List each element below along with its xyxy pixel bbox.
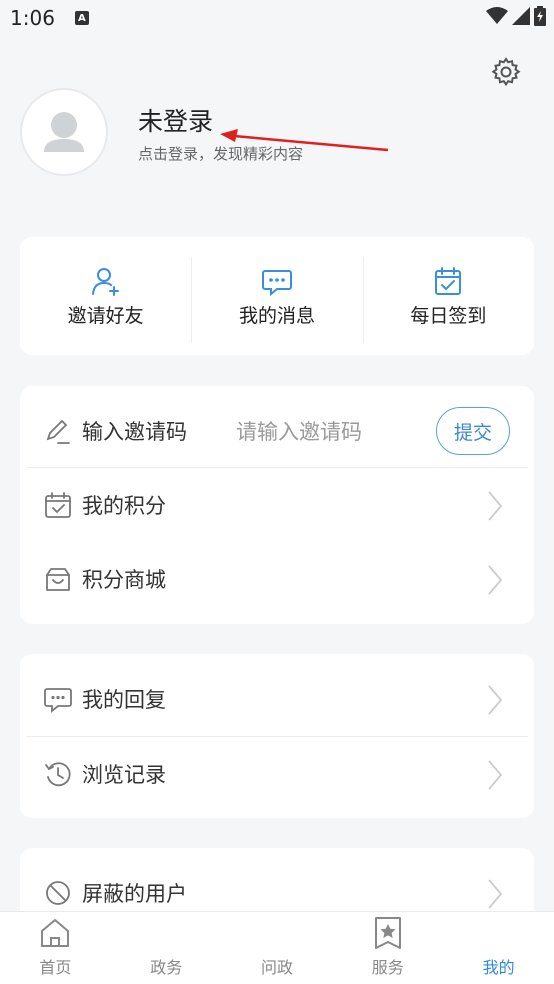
tab-label: 服务 [371, 958, 404, 977]
tab-label: 我的 [482, 958, 515, 977]
menu-label: 屏蔽的用户 [82, 882, 187, 906]
chevron-right-icon [488, 685, 503, 715]
status-bar: 1:06 A [0, 0, 554, 36]
points-mall-row[interactable]: 积分商城 [20, 542, 534, 616]
tab-inquiry[interactable]: 问政 [222, 912, 333, 984]
invite-code-input[interactable]: 请输入邀请码 [236, 416, 362, 446]
chevron-right-icon [488, 491, 503, 521]
star-bookmark-icon [374, 917, 401, 949]
bottom-tab-bar: 首页 政务 问政 服务 我的 [0, 911, 554, 984]
profile-header[interactable]: 未登录 点击登录，发现精彩内容 [20, 88, 540, 178]
activity-menu-card: 我的回复 浏览记录 [20, 654, 534, 818]
message-icon [261, 270, 292, 297]
invite-code-row: 输入邀请码 请输入邀请码 提交 [20, 394, 534, 468]
signal-icon [512, 7, 530, 25]
invite-friends-button[interactable]: 邀请好友 [20, 237, 191, 355]
tab-label: 政务 [150, 958, 183, 977]
quick-action-label: 每日签到 [410, 305, 487, 327]
quick-action-label: 邀请好友 [67, 305, 144, 327]
annotation-arrow [220, 129, 389, 152]
tab-label: 问政 [260, 958, 293, 977]
calendar-check-icon [435, 267, 462, 295]
menu-label: 浏览记录 [82, 763, 166, 787]
my-replies-row[interactable]: 我的回复 [20, 662, 534, 736]
chevron-right-icon [488, 879, 503, 909]
avatar[interactable] [20, 88, 108, 176]
user-silhouette-icon [44, 112, 84, 152]
history-icon [45, 762, 71, 787]
chevron-right-icon [488, 565, 503, 595]
my-points-row[interactable]: 我的积分 [20, 468, 534, 542]
menu-label: 我的回复 [82, 688, 166, 712]
login-status-title[interactable]: 未登录 [138, 102, 213, 138]
browse-history-row[interactable]: 浏览记录 [20, 737, 534, 811]
gear-icon[interactable] [490, 56, 522, 88]
chevron-right-icon [488, 760, 503, 790]
add-user-icon [91, 268, 119, 296]
quick-actions-card: 邀请好友 我的消息 每日签到 [20, 237, 534, 355]
points-calendar-icon [45, 492, 71, 518]
tab-mine[interactable]: 我的 [443, 912, 554, 984]
status-time: 1:06 [10, 6, 55, 30]
daily-checkin-button[interactable]: 每日签到 [362, 237, 534, 355]
menu-label: 我的积分 [82, 494, 166, 518]
my-messages-button[interactable]: 我的消息 [191, 237, 362, 355]
tab-government[interactable]: 政务 [111, 912, 222, 984]
menu-label: 积分商城 [82, 568, 166, 592]
account-menu-card: 输入邀请码 请输入邀请码 提交 我的积分 积分商城 [20, 386, 534, 624]
invite-code-label: 输入邀请码 [82, 420, 187, 444]
tab-label: 首页 [39, 958, 72, 977]
tab-home[interactable]: 首页 [0, 912, 111, 984]
wifi-icon [486, 7, 508, 24]
quick-action-label: 我的消息 [238, 305, 315, 327]
status-indicators [486, 6, 546, 26]
submit-button[interactable]: 提交 [436, 407, 510, 455]
block-icon [46, 881, 70, 905]
battery-icon [534, 6, 546, 26]
chat-bubble-icon [44, 688, 72, 713]
gift-box-icon [46, 568, 70, 591]
home-icon [41, 919, 70, 947]
notification-icon: A [74, 11, 89, 25]
tab-services[interactable]: 服务 [332, 912, 443, 984]
edit-pencil-icon [46, 419, 70, 444]
